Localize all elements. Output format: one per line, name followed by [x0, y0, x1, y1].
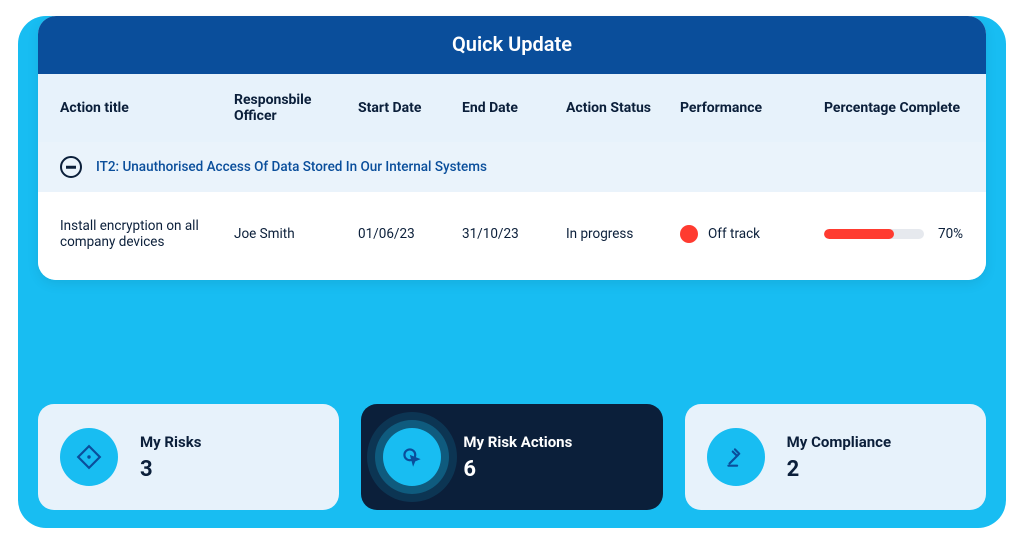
col-end-date: End Date — [462, 100, 562, 116]
panel-title: Quick Update — [38, 16, 986, 74]
collapse-icon[interactable] — [60, 156, 82, 178]
card-my-risks[interactable]: My Risks 3 — [38, 404, 339, 510]
card-count: 6 — [463, 457, 572, 482]
summary-cards: My Risks 3 My Risk Actions 6 My Complian… — [38, 404, 986, 510]
gavel-icon — [707, 428, 765, 486]
card-title: My Risk Actions — [463, 433, 572, 451]
card-my-risk-actions[interactable]: My Risk Actions 6 — [361, 404, 662, 510]
card-title: My Risks — [140, 433, 201, 451]
col-action-status: Action Status — [566, 100, 676, 116]
col-responsible-officer: Responsbile Officer — [234, 92, 354, 124]
table-header: Action title Responsbile Officer Start D… — [38, 74, 986, 142]
col-action-title: Action title — [60, 100, 230, 116]
group-row[interactable]: IT2: Unauthorised Access Of Data Stored … — [38, 142, 986, 192]
cell-officer: Joe Smith — [234, 226, 354, 242]
percentage-label: 70% — [938, 226, 963, 242]
pointer-click-icon — [383, 428, 441, 486]
table-row: Install encryption on all company device… — [38, 192, 986, 280]
cell-action-title: Install encryption on all company device… — [60, 218, 230, 250]
cell-end-date: 31/10/23 — [462, 226, 562, 242]
progress-bar — [824, 229, 924, 239]
cell-start-date: 01/06/23 — [358, 226, 458, 242]
col-start-date: Start Date — [358, 100, 458, 116]
cell-status: In progress — [566, 226, 676, 242]
col-percentage-complete: Percentage Complete — [824, 100, 986, 116]
col-performance: Performance — [680, 100, 820, 116]
card-title: My Compliance — [787, 433, 891, 451]
dashboard-frame: Quick Update Action title Responsbile Of… — [18, 16, 1006, 528]
progress-fill — [824, 229, 894, 239]
card-my-compliance[interactable]: My Compliance 2 — [685, 404, 986, 510]
status-dot-off-track-icon — [680, 225, 698, 243]
quick-update-panel: Quick Update Action title Responsbile Of… — [38, 16, 986, 280]
cell-performance: Off track — [680, 225, 820, 243]
group-label: IT2: Unauthorised Access Of Data Stored … — [96, 159, 487, 175]
card-count: 3 — [140, 457, 201, 482]
performance-label: Off track — [708, 226, 760, 242]
cell-percentage: 70% — [824, 226, 986, 242]
card-count: 2 — [787, 457, 891, 482]
risk-diamond-icon — [60, 428, 118, 486]
